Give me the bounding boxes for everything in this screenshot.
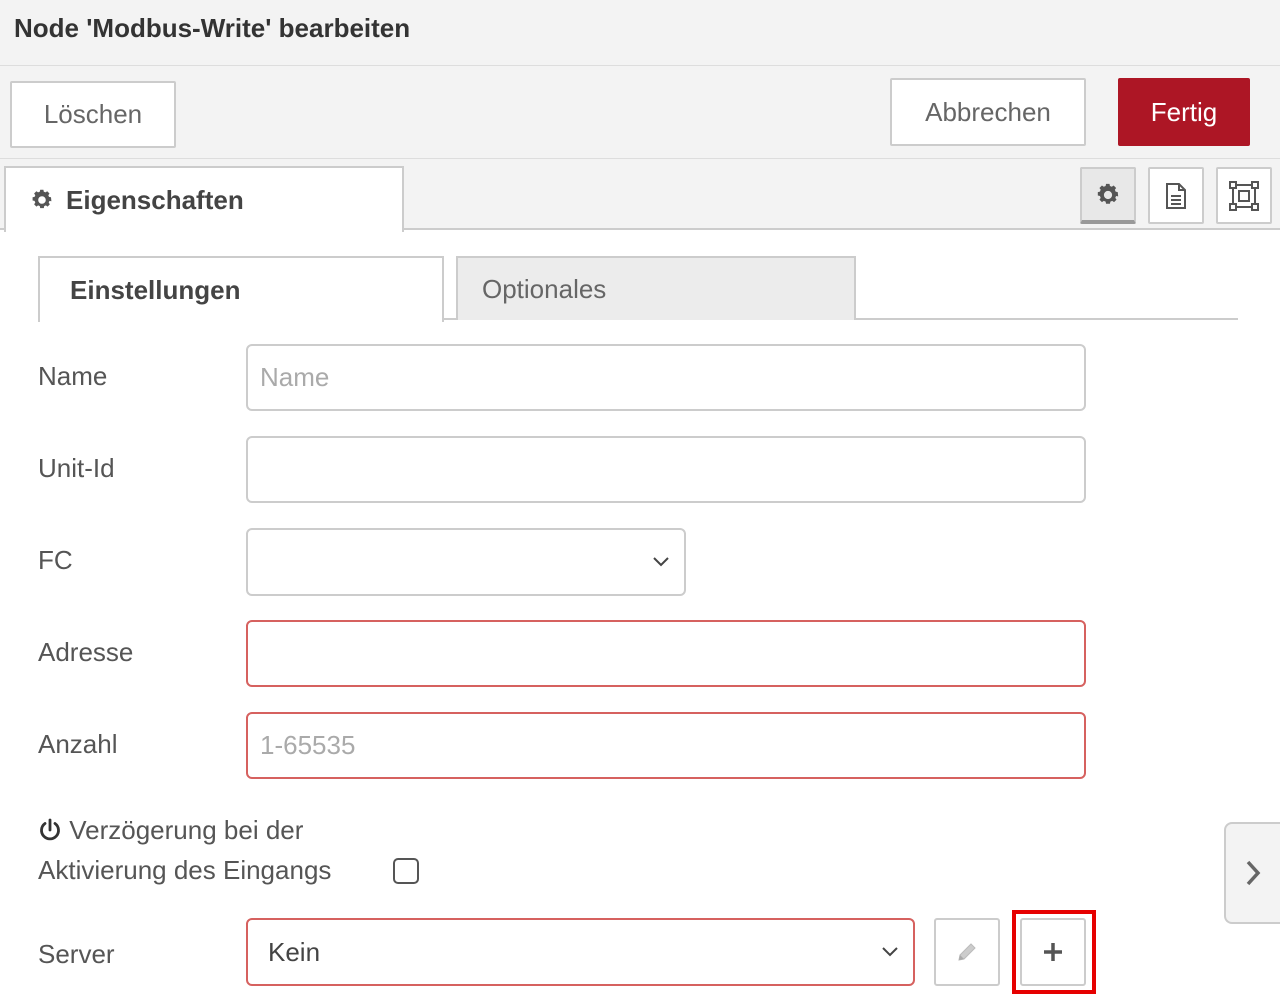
highlight-box <box>1012 910 1096 994</box>
description-view-button[interactable] <box>1148 167 1204 224</box>
quantity-label: Anzahl <box>38 729 118 759</box>
tab-optional[interactable]: Optionales <box>456 256 856 320</box>
chevron-right-icon <box>1246 860 1261 886</box>
server-select-value: Kein <box>268 936 321 967</box>
tab-properties[interactable]: Eigenschaften <box>4 166 404 232</box>
done-button[interactable]: Fertig <box>1118 78 1250 146</box>
fc-select[interactable] <box>246 528 686 596</box>
delay-label-line1: Verzögerung bei der <box>69 815 304 845</box>
unit-id-label: Unit-Id <box>38 453 115 483</box>
server-select[interactable]: Kein <box>246 918 915 986</box>
properties-tab-strip: Eigenschaften <box>0 159 1280 232</box>
unit-id-input[interactable] <box>246 436 1086 503</box>
delete-button[interactable]: Löschen <box>10 81 176 148</box>
delay-label: Verzögerung bei der Aktivierung des Eing… <box>38 810 331 890</box>
settings-view-button[interactable] <box>1080 167 1136 224</box>
sidebar-toggle-button[interactable] <box>1224 822 1280 924</box>
address-label: Adresse <box>38 637 134 667</box>
fc-label: FC <box>38 545 73 575</box>
delay-checkbox[interactable] <box>393 858 419 884</box>
gear-icon <box>1097 183 1119 204</box>
tab-properties-label: Eigenschaften <box>66 184 244 215</box>
quantity-input[interactable] <box>246 712 1086 779</box>
dialog-header: Node 'Modbus-Write' bearbeiten <box>0 0 1280 66</box>
address-input[interactable] <box>246 620 1086 687</box>
gear-icon <box>32 189 52 209</box>
tab-settings[interactable]: Einstellungen <box>38 256 444 322</box>
appearance-view-button[interactable] <box>1216 167 1272 224</box>
delay-label-line2: Aktivierung des Eingangs <box>38 855 332 885</box>
pencil-icon <box>958 943 976 961</box>
dialog-toolbar: Löschen Abbrechen Fertig <box>0 66 1280 159</box>
document-icon <box>1166 182 1186 209</box>
cancel-button[interactable]: Abbrechen <box>890 78 1086 146</box>
power-icon <box>40 818 60 841</box>
name-input[interactable] <box>246 344 1086 411</box>
server-label: Server <box>38 939 115 969</box>
chevron-down-icon <box>653 557 669 567</box>
name-label: Name <box>38 361 108 391</box>
settings-sub-tabs: Einstellungen Optionales <box>38 256 1238 322</box>
dialog-title: Node 'Modbus-Write' bearbeiten <box>14 13 411 43</box>
chevron-down-icon <box>882 947 898 957</box>
edit-server-button[interactable] <box>934 918 1000 986</box>
node-appearance-icon <box>1229 180 1259 211</box>
